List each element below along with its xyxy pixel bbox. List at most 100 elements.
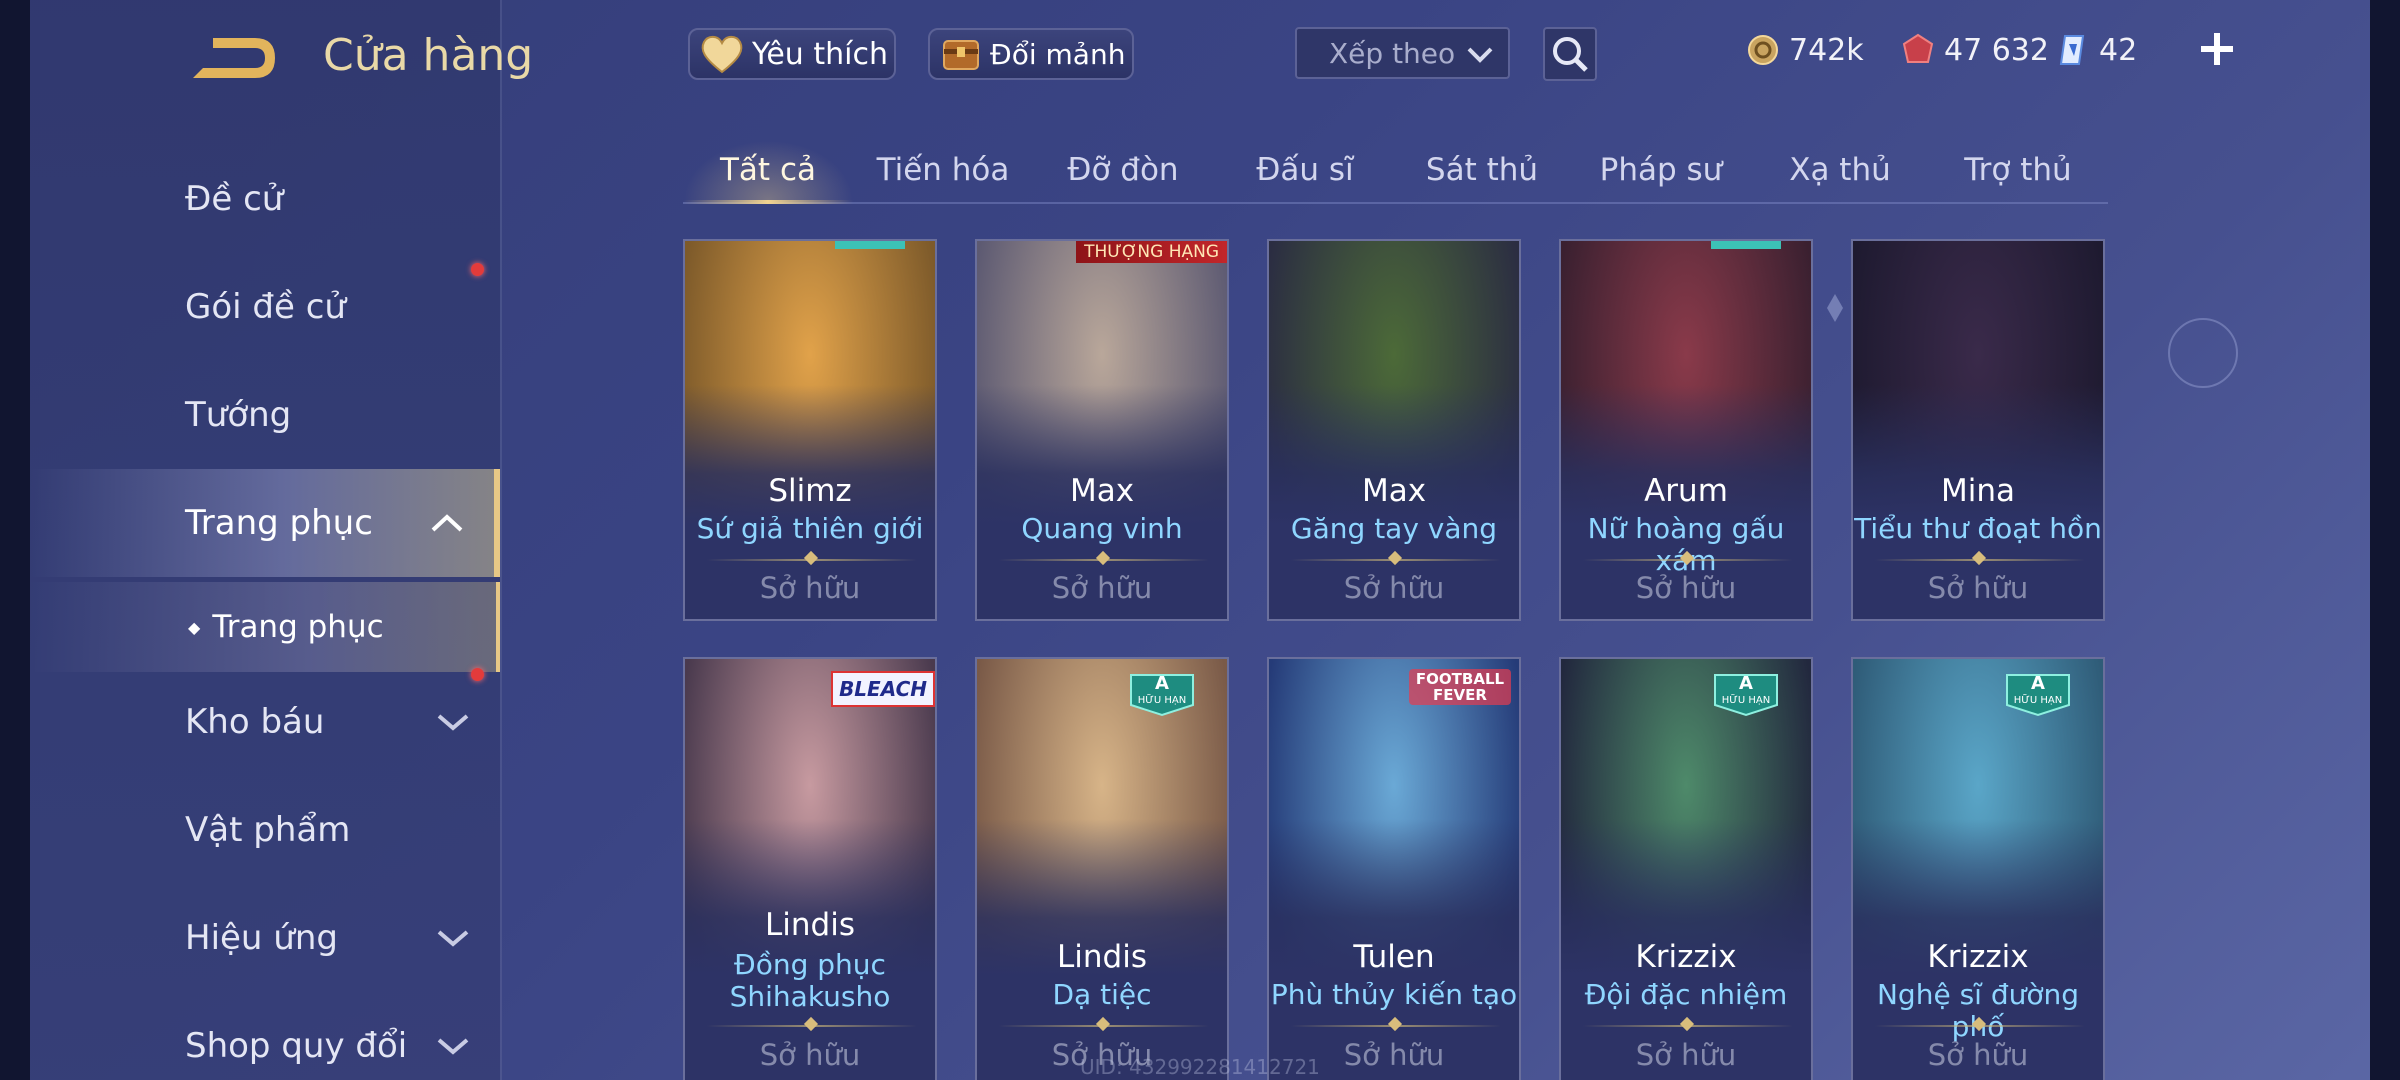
sort-dropdown[interactable]: Xếp theo bbox=[1295, 27, 1510, 79]
hero-name: Mina bbox=[1940, 473, 2015, 509]
search-button[interactable] bbox=[1543, 27, 1597, 81]
sidebar-item-label: Đề cử bbox=[185, 179, 284, 219]
tab-label: Xạ thủ bbox=[1789, 152, 1891, 188]
card-tag bbox=[835, 241, 905, 249]
card-divider bbox=[1583, 1025, 1793, 1027]
sidebar-item-label: Kho báu bbox=[185, 702, 325, 742]
collab-badge: BLEACH bbox=[831, 671, 935, 707]
back-button[interactable] bbox=[185, 28, 280, 88]
card-tag bbox=[1711, 241, 1781, 249]
card-divider bbox=[1291, 1025, 1501, 1027]
sidebar-item-exchange-shop[interactable]: Shop quy đổi bbox=[30, 992, 500, 1080]
skin-card[interactable]: THƯỢNG HẠNG Max Quang vinh Sở hữu bbox=[975, 239, 1229, 621]
sidebar-item-label: Trang phục bbox=[185, 503, 373, 543]
sidebar-subitem-skins[interactable]: ◆ Trang phục bbox=[30, 582, 500, 672]
tab-label: Tất cả bbox=[720, 152, 816, 188]
tab-label: Trợ thủ bbox=[1964, 152, 2072, 188]
sidebar-item-recommended[interactable]: Đề cử bbox=[30, 145, 500, 253]
skin-name: Găng tay vàng bbox=[1290, 512, 1498, 545]
sort-label: Xếp theo bbox=[1329, 36, 1456, 70]
hero-name: Krizzix bbox=[1635, 939, 1737, 975]
owned-status: Sở hữu bbox=[759, 1038, 861, 1072]
gem-currency: 42 bbox=[2055, 30, 2137, 70]
limited-badge-text: HỮU HẠN bbox=[1137, 695, 1187, 706]
tab-label: Pháp sư bbox=[1599, 152, 1723, 188]
heart-icon bbox=[701, 35, 743, 74]
screen-edge-left bbox=[0, 0, 30, 1080]
tab-evolution[interactable]: Tiến hóa bbox=[858, 140, 1028, 200]
skin-card[interactable]: FOOTBALL FEVER Tulen Phù thủy kiến tạo S… bbox=[1267, 657, 1521, 1080]
hero-name: Krizzix bbox=[1927, 939, 2029, 975]
add-currency-button[interactable] bbox=[2195, 27, 2239, 71]
favorites-button[interactable]: Yêu thích bbox=[688, 28, 896, 80]
sidebar-item-label: Shop quy đổi bbox=[185, 1026, 408, 1066]
hero-name: Tulen bbox=[1353, 939, 1435, 975]
tab-support[interactable]: Trợ thủ bbox=[1933, 140, 2103, 200]
limited-badge-text: HỮU HẠN bbox=[2013, 695, 2063, 706]
chevron-down-icon bbox=[1467, 47, 1493, 63]
skin-card[interactable]: A HỮU HẠN Lindis Dạ tiệc Sở hữu bbox=[975, 657, 1229, 1080]
owned-status: Sở hữu bbox=[1927, 1038, 2029, 1072]
hero-name: Max bbox=[1361, 473, 1427, 509]
skin-card[interactable]: A HỮU HẠN Krizzix Đội đặc nhiệm Sở hữu bbox=[1559, 657, 1813, 1080]
owned-status: Sở hữu bbox=[1635, 571, 1737, 605]
favorites-label: Yêu thích bbox=[752, 36, 888, 72]
skin-name: Nữ hoàng gấu xám bbox=[1587, 512, 1785, 577]
sidebar-item-recommended-packs[interactable]: Gói đề cử bbox=[30, 253, 500, 361]
skin-card[interactable]: Max Găng tay vàng Sở hữu bbox=[1267, 239, 1521, 621]
exchange-fragments-button[interactable]: Đổi mảnh bbox=[928, 28, 1134, 80]
tab-all[interactable]: Tất cả bbox=[683, 140, 853, 200]
card-divider bbox=[999, 559, 1209, 561]
hero-name: Arum bbox=[1644, 473, 1728, 509]
limited-badge-letter: A bbox=[1739, 673, 1753, 694]
hero-name: Slimz bbox=[768, 473, 852, 509]
sidebar-item-label: Gói đề cử bbox=[185, 287, 346, 327]
card-divider bbox=[1875, 1025, 2085, 1027]
card-divider bbox=[1583, 559, 1793, 561]
limited-badge-letter: A bbox=[2031, 673, 2045, 694]
tab-mage[interactable]: Pháp sư bbox=[1576, 140, 1746, 200]
fragment-chest-icon bbox=[943, 40, 979, 70]
tab-warrior[interactable]: Đấu sĩ bbox=[1220, 140, 1390, 200]
store-screen: Cửa hàng Đề cử Gói đề cử Tướng Trang phụ… bbox=[0, 0, 2400, 1080]
crystal-icon bbox=[2059, 35, 2085, 65]
owned-status: Sở hữu bbox=[1343, 571, 1445, 605]
skin-name: Đồng phục Shihakusho bbox=[729, 948, 891, 1013]
sidebar-item-items[interactable]: Vật phẩm bbox=[30, 776, 500, 884]
hero-name: Lindis bbox=[765, 907, 855, 943]
hero-name: Lindis bbox=[1057, 939, 1147, 975]
plus-icon bbox=[2201, 33, 2233, 65]
notification-dot bbox=[471, 263, 484, 276]
card-divider bbox=[707, 559, 917, 561]
skin-card[interactable]: Arum Nữ hoàng gấu xám Sở hữu bbox=[1559, 239, 1813, 621]
tab-label: Tiến hóa bbox=[876, 152, 1010, 188]
owned-status: Sở hữu bbox=[759, 571, 861, 605]
card-divider bbox=[1875, 559, 2085, 561]
active-tab-underline bbox=[683, 200, 853, 204]
skin-name: Đội đặc nhiệm bbox=[1584, 978, 1788, 1011]
exchange-label: Đổi mảnh bbox=[990, 37, 1126, 71]
category-tabs: Tất cả Tiến hóa Đỡ đòn Đấu sĩ Sát thủ Ph… bbox=[683, 140, 2108, 204]
scroll-marker-icon bbox=[1827, 294, 1843, 322]
skin-card[interactable]: Slimz Sứ giả thiên giới Sở hữu bbox=[683, 239, 937, 621]
skin-card[interactable]: A HỮU HẠN Krizzix Nghệ sĩ đường phố Sở h… bbox=[1851, 657, 2105, 1080]
tab-marksman[interactable]: Xạ thủ bbox=[1755, 140, 1925, 200]
limited-badge-text: HỮU HẠN bbox=[1721, 695, 1771, 706]
page-title: Cửa hàng bbox=[323, 30, 534, 81]
sidebar-item-heroes[interactable]: Tướng bbox=[30, 361, 500, 469]
sidebar-item-label: Vật phẩm bbox=[185, 810, 351, 850]
gem-amount: 42 bbox=[2099, 32, 2138, 68]
chevron-down-icon bbox=[437, 714, 469, 731]
chevron-up-icon bbox=[431, 514, 463, 532]
ruby-icon bbox=[1902, 33, 1934, 63]
notification-dot bbox=[471, 668, 484, 681]
tab-tank[interactable]: Đỡ đòn bbox=[1038, 140, 1208, 200]
skin-card[interactable]: Mina Tiểu thư đoạt hồn Sở hữu bbox=[1851, 239, 2105, 621]
skin-name: Sứ giả thiên giới bbox=[696, 512, 924, 545]
skin-card[interactable]: BLEACH Lindis Đồng phục Shihakusho Sở hữ… bbox=[683, 657, 937, 1080]
premium-rank-badge: THƯỢNG HẠNG bbox=[1076, 241, 1227, 263]
tab-assassin[interactable]: Sát thủ bbox=[1397, 140, 1567, 200]
sidebar-item-effects[interactable]: Hiệu ứng bbox=[30, 884, 500, 992]
sidebar-item-skins[interactable]: Trang phục bbox=[30, 469, 500, 577]
sidebar-item-treasure[interactable]: Kho báu bbox=[30, 668, 500, 776]
